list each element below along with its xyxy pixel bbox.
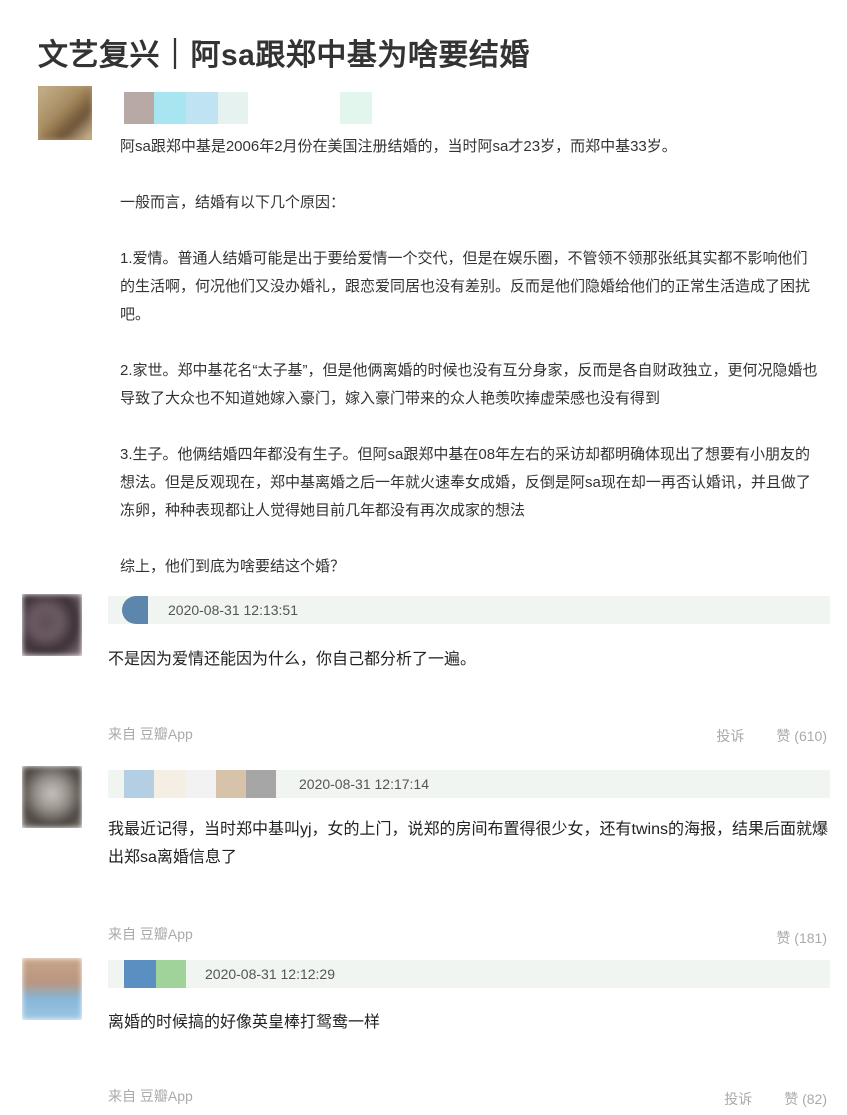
post-body: 阿sa跟郑中基是2006年2月份在美国注册结婚的，当时阿sa才23岁，而郑中基3… <box>120 133 820 609</box>
comment-source: 来自 豆瓣App <box>108 1088 193 1104</box>
comment-header: 2020-08-31 12:12:29 <box>108 960 830 988</box>
comment-header: 2020-08-31 12:13:51 <box>108 596 830 624</box>
comment-username-blurred[interactable] <box>124 960 186 988</box>
post-author-name-blurred[interactable] <box>124 92 372 124</box>
comment-actions: 赞 (181) <box>776 928 827 948</box>
comment-avatar[interactable] <box>22 594 82 656</box>
post-paragraph: 一般而言，结婚有以下几个原因： <box>120 194 346 211</box>
comment-source: 来自 豆瓣App <box>108 726 193 742</box>
comment-avatar[interactable] <box>22 958 82 1020</box>
like-button[interactable]: 赞 (610) <box>776 726 827 746</box>
report-button[interactable]: 投诉 <box>716 726 744 746</box>
post-author-avatar[interactable] <box>38 86 92 140</box>
post-paragraph: 阿sa跟郑中基是2006年2月份在美国注册结婚的，当时阿sa才23岁，而郑中基3… <box>120 138 677 155</box>
comment-timestamp: 2020-08-31 12:17:14 <box>299 776 429 792</box>
report-button[interactable]: 投诉 <box>724 1089 752 1109</box>
comment-username-blurred[interactable] <box>122 596 148 624</box>
comment-source: 来自 豆瓣App <box>108 926 193 942</box>
comment-header: 2020-08-31 12:17:14 <box>108 770 830 798</box>
comment-timestamp: 2020-08-31 12:13:51 <box>168 602 298 618</box>
comment-text: 离婚的时候搞的好像英皇棒打鸳鸯一样 <box>108 1014 381 1031</box>
comment-timestamp: 2020-08-31 12:12:29 <box>205 966 335 982</box>
comment-actions: 投诉 赞 (82) <box>724 1089 827 1109</box>
post-paragraph: 1.爱情。普通人结婚可能是出于要给爱情一个交代，但是在娱乐圈，不管领不领那张纸其… <box>120 250 811 323</box>
comment-username-blurred[interactable] <box>124 770 276 798</box>
comment-text: 我最近记得，当时郑中基叫yj，女的上门，说郑的房间布置得很少女，还有twins的… <box>108 821 829 866</box>
post-paragraph: 3.生子。他俩结婚四年都没有生子。但阿sa跟郑中基在08年左右的采访却都明确体现… <box>120 446 811 519</box>
like-button[interactable]: 赞 (181) <box>776 928 827 948</box>
comment-text: 不是因为爱情还能因为什么，你自己都分析了一遍。 <box>108 651 477 668</box>
page-title: 文艺复兴｜阿sa跟郑中基为啥要结婚 <box>38 39 530 72</box>
post-paragraph: 综上，他们到底为啥要结这个婚？ <box>120 558 346 575</box>
comment-avatar[interactable] <box>22 766 82 828</box>
comment-actions: 投诉 赞 (610) <box>716 726 827 746</box>
like-button[interactable]: 赞 (82) <box>784 1089 827 1109</box>
post-paragraph: 2.家世。郑中基花名“太子基”，但是他俩离婚的时候也没有互分身家，反而是各自财政… <box>120 362 818 407</box>
